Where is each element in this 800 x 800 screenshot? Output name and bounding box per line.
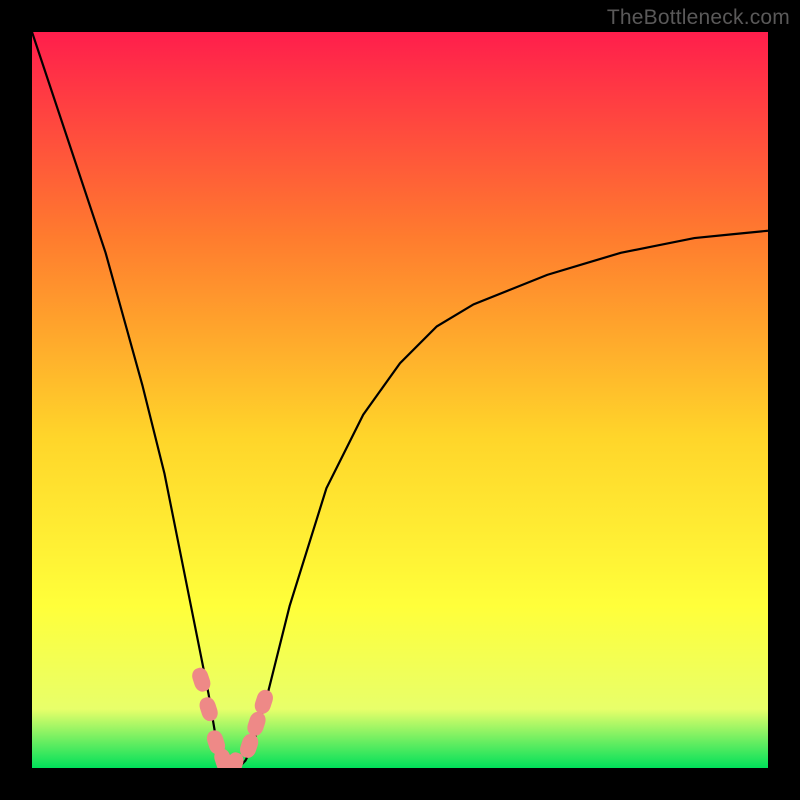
plot-area [32, 32, 768, 768]
watermark-text: TheBottleneck.com [607, 6, 790, 30]
chart-frame: TheBottleneck.com [0, 0, 800, 800]
plot-svg [32, 32, 768, 768]
gradient-background [32, 32, 768, 768]
